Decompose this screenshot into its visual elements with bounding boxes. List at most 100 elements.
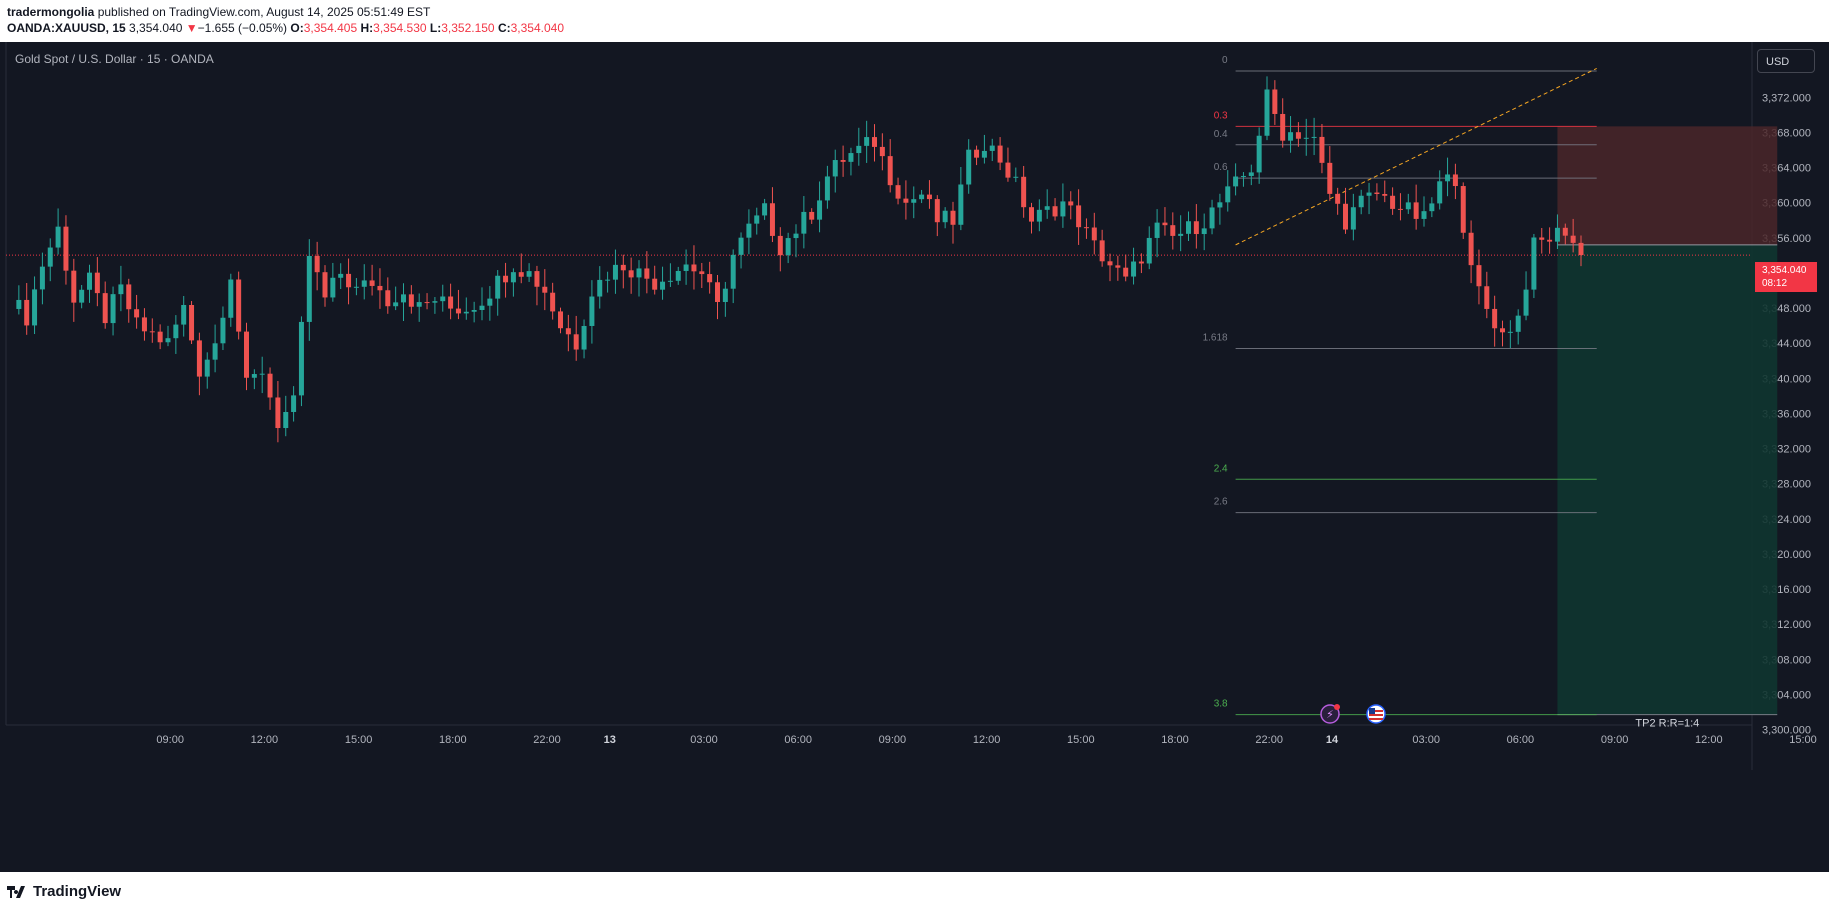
open-label: O:	[290, 21, 304, 35]
candle-body	[636, 268, 642, 278]
bar-countdown: 08:12	[1762, 278, 1788, 289]
fib-level-label: 0.4	[1214, 129, 1228, 140]
chart-title: Gold Spot / U.S. Dollar · 15 · OANDA	[15, 52, 214, 66]
candle-body	[55, 226, 61, 248]
fib-level-label: 0.6	[1214, 162, 1228, 173]
currency-selector[interactable]: USD	[1757, 49, 1815, 73]
candle-body	[1350, 207, 1356, 230]
time-tick-label: 15:00	[1789, 734, 1817, 746]
candle-body	[1091, 227, 1097, 241]
candle-body	[196, 340, 202, 377]
time-tick-label: 15:00	[1067, 734, 1095, 746]
fib-level-label: 3.8	[1214, 699, 1228, 710]
candle-body	[244, 331, 249, 378]
candle-body	[1452, 174, 1458, 187]
notification-dot-icon	[1334, 704, 1340, 710]
candle-body	[1248, 172, 1254, 176]
candle-body	[1437, 181, 1443, 204]
candle-body	[1201, 228, 1207, 235]
candle-body	[597, 279, 603, 297]
current-price-tag: 3,354.040 08:12	[1755, 262, 1817, 292]
candle-body	[1233, 176, 1239, 187]
time-tick-label: 09:00	[1601, 734, 1629, 746]
candle-body	[141, 317, 147, 332]
candle-body	[1013, 176, 1019, 178]
time-tick-label: 03:00	[1412, 734, 1440, 746]
candle-body	[840, 160, 846, 162]
candle-body	[644, 268, 650, 279]
candle-body	[1531, 237, 1537, 290]
candle-body	[1272, 89, 1278, 114]
candle-body	[393, 302, 399, 307]
candle-body	[581, 325, 587, 350]
publication-line: tradermongolia published on TradingView.…	[7, 5, 430, 19]
candle-body	[958, 184, 964, 225]
candle-body	[856, 145, 862, 154]
time-tick-label: 06:00	[1507, 734, 1535, 746]
candle-body	[1311, 136, 1317, 138]
candle-body	[667, 280, 673, 282]
candle-body	[691, 264, 697, 272]
candle-body	[63, 226, 69, 271]
candle-body	[817, 200, 823, 220]
candle-body	[1562, 227, 1568, 236]
brand[interactable]: TradingView	[7, 883, 121, 900]
candle-body	[1060, 201, 1066, 217]
candle-body	[824, 176, 830, 201]
candle-body	[1335, 193, 1341, 204]
candle-body	[471, 309, 477, 312]
time-tick-label: 09:00	[879, 734, 907, 746]
candle-body	[220, 317, 226, 344]
candle-body	[1005, 162, 1011, 178]
price-chart[interactable]: 3,372.0003,368.0003,364.0003,360.0003,35…	[0, 42, 1829, 872]
candle-body	[369, 280, 375, 286]
candle-body	[1405, 202, 1411, 210]
ohlc-line: OANDA:XAUUSD, 15 3,354.040 ▼−1.655 (−0.0…	[7, 21, 564, 35]
candle-body	[911, 199, 917, 203]
candle-body	[401, 294, 406, 303]
candle-body	[895, 185, 901, 199]
candle-body	[1123, 267, 1129, 277]
candle-body	[1343, 203, 1348, 230]
fib-level-label: 1.618	[1203, 332, 1228, 343]
candle-body	[416, 302, 422, 307]
candle-body	[1186, 221, 1191, 234]
candle-body	[149, 331, 155, 333]
author-name[interactable]: tradermongolia	[7, 5, 94, 19]
candle-body	[534, 271, 540, 287]
candle-body	[628, 270, 634, 278]
candle-body	[1099, 240, 1105, 262]
chart-area[interactable]: 3,372.000 3,368.000 3,364.000 3,360.000 3,35…	[0, 42, 1829, 872]
flag-stripe-icon	[1369, 718, 1383, 720]
candle-body	[173, 324, 179, 339]
candle-body	[134, 309, 140, 318]
time-tick-label: 14	[1326, 734, 1339, 746]
candle-body	[1068, 201, 1074, 206]
candle-body	[338, 273, 344, 278]
candle-body	[565, 328, 571, 335]
candle-body	[353, 286, 359, 288]
candle-body	[809, 211, 815, 220]
candle-body	[24, 299, 30, 326]
candle-body	[864, 137, 870, 146]
candle-body	[424, 302, 430, 304]
candle-body	[314, 255, 320, 273]
candle-body	[1021, 176, 1027, 208]
candle-body	[495, 275, 501, 299]
candle-body	[919, 194, 925, 200]
candle-body	[110, 294, 116, 324]
candle-body	[126, 284, 132, 310]
candle-body	[715, 282, 720, 303]
candle-body	[1131, 261, 1137, 277]
candle-body	[1076, 205, 1082, 228]
current-price-value: 3,354.040	[1762, 265, 1807, 276]
candle-body	[102, 293, 108, 324]
candle-body	[518, 272, 524, 277]
candle-body	[1445, 174, 1451, 182]
candle-body	[848, 153, 854, 162]
candle-body	[950, 210, 956, 225]
candle-body	[1044, 206, 1050, 210]
candle-body	[1515, 315, 1521, 332]
candle-body	[707, 274, 713, 283]
candle-body	[1523, 289, 1529, 316]
